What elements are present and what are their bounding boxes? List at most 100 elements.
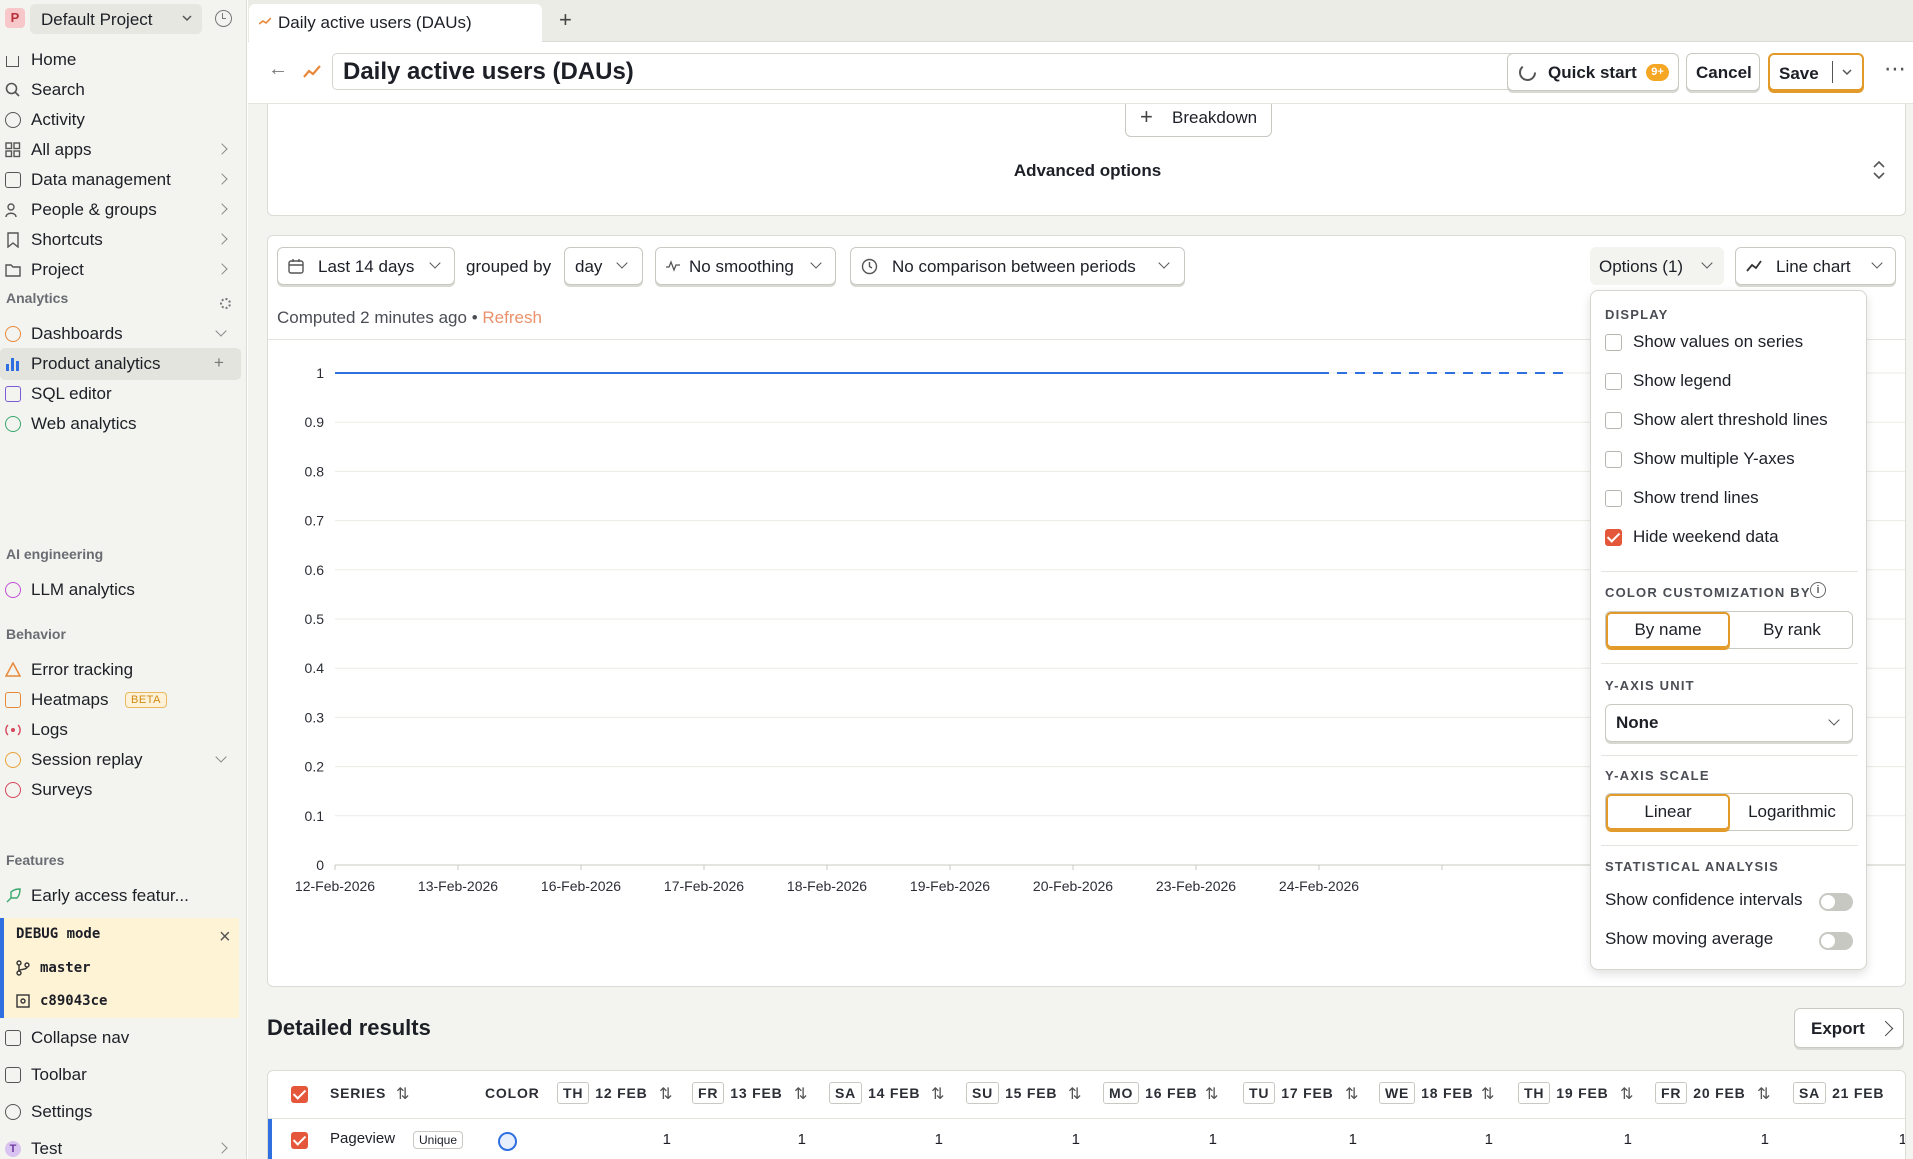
info-icon[interactable]: i bbox=[1810, 582, 1826, 598]
sort-icon[interactable]: ⇅ bbox=[1620, 1084, 1633, 1104]
checkbox[interactable] bbox=[1605, 529, 1622, 546]
checkbox[interactable] bbox=[1605, 490, 1622, 507]
quick-start-button[interactable]: Quick start 9+ bbox=[1507, 53, 1679, 91]
sort-icon[interactable]: ⇅ bbox=[1345, 1084, 1358, 1104]
git-branch-icon bbox=[16, 960, 30, 976]
comparison-select[interactable]: No comparison between periods bbox=[850, 247, 1185, 285]
recent-history-icon[interactable] bbox=[215, 10, 232, 27]
interval-select[interactable]: day bbox=[564, 247, 643, 285]
export-button[interactable]: Export bbox=[1794, 1008, 1904, 1048]
column-header-date: FR 20 FEB bbox=[1655, 1082, 1746, 1104]
sort-icon[interactable]: ⇅ bbox=[1757, 1084, 1770, 1104]
project-select[interactable]: Default Project bbox=[30, 4, 202, 34]
more-menu-icon[interactable]: ⋯ bbox=[1884, 56, 1907, 82]
sidebar-item-dashboards[interactable]: Dashboards bbox=[0, 318, 241, 350]
sidebar-item-collapse-nav[interactable]: Collapse nav bbox=[0, 1022, 241, 1054]
survey-icon bbox=[5, 782, 21, 798]
insight-title-input[interactable]: Daily active users (DAUs) bbox=[332, 53, 1522, 90]
sidebar-item-all-apps[interactable]: All apps bbox=[0, 134, 241, 166]
column-header-date: SA 14 FEB bbox=[829, 1082, 920, 1104]
play-circle-icon bbox=[5, 752, 21, 768]
sort-icon[interactable]: ⇅ bbox=[1068, 1084, 1081, 1104]
sidebar-item-home[interactable]: Home bbox=[0, 44, 241, 76]
confidence-intervals-toggle[interactable] bbox=[1819, 893, 1853, 911]
display-option-label: Show legend bbox=[1633, 371, 1732, 390]
sidebar-item-product-analytics[interactable]: Product analytics + bbox=[0, 348, 241, 380]
breakdown-button[interactable]: + Breakdown bbox=[1125, 104, 1272, 137]
column-header-date: SA 21 FEB bbox=[1793, 1082, 1884, 1104]
sidebar-item-label: Toolbar bbox=[31, 1065, 87, 1084]
sidebar-item-logs[interactable]: Logs bbox=[0, 714, 241, 746]
sort-icon[interactable]: ⇅ bbox=[794, 1084, 807, 1104]
options-button[interactable]: Options (1) bbox=[1590, 247, 1724, 285]
advanced-options-toggle[interactable]: Advanced options bbox=[268, 161, 1907, 181]
date-range-picker[interactable]: Last 14 days bbox=[277, 247, 455, 285]
table-cell: 1 bbox=[934, 1131, 943, 1148]
sidebar-item-project[interactable]: Project bbox=[0, 254, 241, 286]
options-dropdown: DISPLAY Show values on series Show legend… bbox=[1590, 290, 1867, 970]
sort-icon[interactable]: ⇅ bbox=[931, 1084, 944, 1104]
sidebar-item-toolbar[interactable]: Toolbar bbox=[0, 1059, 241, 1091]
series-color-swatch[interactable] bbox=[498, 1132, 517, 1151]
broadcast-icon bbox=[5, 724, 21, 736]
y-axis-scale-header: Y-AXIS SCALE bbox=[1605, 768, 1710, 783]
new-tab-button[interactable]: + bbox=[559, 7, 572, 33]
row-checkbox[interactable] bbox=[291, 1132, 308, 1149]
sort-icon[interactable]: ⇅ bbox=[396, 1084, 409, 1104]
heatmap-icon bbox=[5, 692, 21, 708]
sidebar-item-people-groups[interactable]: People & groups bbox=[0, 194, 241, 226]
logarithmic-option[interactable]: Logarithmic bbox=[1730, 802, 1854, 822]
debug-mode-label: DEBUG mode bbox=[16, 926, 101, 942]
sidebar-item-sql-editor[interactable]: SQL editor bbox=[0, 378, 241, 410]
checkbox[interactable] bbox=[1605, 412, 1622, 429]
sidebar-item-error-tracking[interactable]: Error tracking bbox=[0, 654, 241, 686]
day-of-week: FR bbox=[1655, 1082, 1688, 1104]
refresh-link[interactable]: Refresh bbox=[482, 308, 542, 327]
column-header-date: TU 17 FEB bbox=[1243, 1082, 1334, 1104]
by-rank-option[interactable]: By rank bbox=[1730, 620, 1854, 640]
checkbox[interactable] bbox=[1605, 373, 1622, 390]
expand-collapse-icon[interactable] bbox=[1872, 159, 1886, 181]
sidebar-item-web-analytics[interactable]: Web analytics bbox=[0, 408, 241, 440]
sidebar-item-activity[interactable]: Activity bbox=[0, 104, 241, 136]
sidebar-item-shortcuts[interactable]: Shortcuts bbox=[0, 224, 241, 256]
back-arrow-icon[interactable]: ← bbox=[268, 58, 288, 81]
linear-option[interactable]: Linear bbox=[1606, 802, 1730, 822]
cancel-button[interactable]: Cancel bbox=[1686, 53, 1760, 91]
sidebar-item-heatmaps[interactable]: Heatmaps BETA bbox=[0, 684, 241, 716]
table-cell: 1 bbox=[1760, 1131, 1769, 1148]
sidebar-item-surveys[interactable]: Surveys bbox=[0, 774, 241, 806]
math-tag[interactable]: Unique bbox=[413, 1131, 464, 1149]
smoothing-select[interactable]: No smoothing bbox=[655, 247, 836, 285]
close-icon[interactable]: × bbox=[219, 926, 231, 949]
sidebar-item-account[interactable]: T Test bbox=[0, 1133, 241, 1159]
plus-icon[interactable]: + bbox=[214, 353, 224, 373]
settings-icon[interactable] bbox=[220, 298, 231, 309]
sidebar-item-data-management[interactable]: Data management bbox=[0, 164, 241, 196]
sidebar-item-search[interactable]: Search bbox=[0, 74, 241, 106]
checkbox[interactable] bbox=[1605, 451, 1622, 468]
sort-icon[interactable]: ⇅ bbox=[1481, 1084, 1494, 1104]
sidebar-item-llm-analytics[interactable]: LLM analytics bbox=[0, 574, 241, 606]
by-name-option[interactable]: By name bbox=[1606, 620, 1730, 640]
sort-icon[interactable]: ⇅ bbox=[659, 1084, 672, 1104]
sidebar-item-settings[interactable]: Settings bbox=[0, 1096, 241, 1128]
sidebar-item-session-replay[interactable]: Session replay bbox=[0, 744, 241, 776]
moving-average-toggle[interactable] bbox=[1819, 932, 1853, 950]
chevron-down-icon[interactable] bbox=[1841, 66, 1853, 78]
home-icon bbox=[6, 56, 19, 67]
save-label: Save bbox=[1779, 64, 1819, 83]
sort-icon[interactable]: ⇅ bbox=[1205, 1084, 1218, 1104]
y-tick-label: 1 bbox=[316, 365, 324, 381]
sidebar-item-early-access[interactable]: Early access featur... bbox=[0, 880, 241, 912]
y-axis-unit-select[interactable]: None bbox=[1605, 704, 1853, 742]
chart-type-select[interactable]: Line chart bbox=[1735, 247, 1896, 285]
checkbox[interactable] bbox=[1605, 334, 1622, 351]
tab-daily-active-users[interactable]: Daily active users (DAUs) bbox=[249, 4, 542, 42]
table-icon bbox=[5, 386, 21, 402]
sidebar-item-label: Early access featur... bbox=[31, 886, 189, 905]
save-button[interactable]: Save bbox=[1768, 53, 1864, 91]
select-all-checkbox[interactable] bbox=[291, 1086, 308, 1103]
day-of-week: TU bbox=[1243, 1082, 1276, 1104]
chevron-right-icon bbox=[216, 233, 228, 245]
